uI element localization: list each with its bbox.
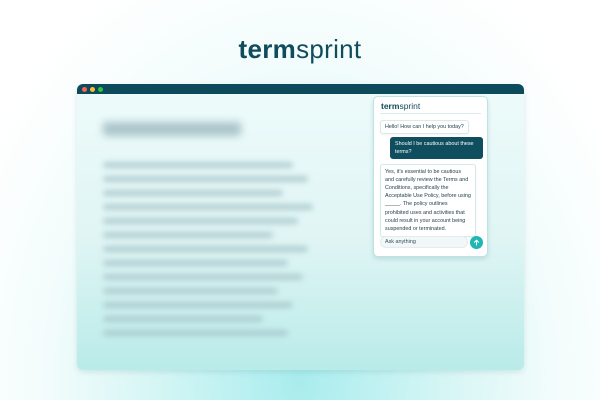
blurred-line <box>103 330 288 336</box>
chat-logo-light: sprint <box>399 101 421 111</box>
chat-divider <box>380 113 481 114</box>
blurred-line <box>103 260 288 266</box>
blurred-line <box>103 246 308 252</box>
brand-logo-bold: term <box>238 34 297 64</box>
close-dot[interactable] <box>82 86 87 92</box>
blurred-line <box>103 204 313 210</box>
chat-logo-bold: term <box>381 101 400 111</box>
blurred-line <box>103 190 283 196</box>
blurred-line <box>103 302 293 308</box>
blurred-line <box>103 288 278 294</box>
maximize-dot[interactable] <box>98 86 103 92</box>
chat-widget: termsprint Hello! How can I help you tod… <box>373 96 488 257</box>
bot-greeting-bubble: Hello! How can I help you today? <box>380 120 469 135</box>
blurred-line <box>103 162 293 168</box>
brand-logo: termsprint <box>0 34 600 65</box>
blurred-line <box>103 274 303 280</box>
send-button[interactable] <box>470 236 483 249</box>
arrow-up-icon <box>473 239 480 246</box>
blurred-line <box>103 316 263 322</box>
chat-input[interactable]: Ask anything <box>380 236 468 248</box>
blurred-line <box>103 176 308 182</box>
user-message-bubble: Should I be cautious about these terms? <box>390 137 483 160</box>
window-titlebar <box>77 84 524 94</box>
chat-logo: termsprint <box>381 101 420 111</box>
minimize-dot[interactable] <box>90 86 95 92</box>
bot-answer-bubble: Yes, it's essential to be cautious and c… <box>380 164 476 237</box>
blurred-heading <box>103 122 241 136</box>
blurred-line <box>103 232 273 238</box>
brand-logo-light: sprint <box>296 34 362 64</box>
blurred-line <box>103 218 298 224</box>
